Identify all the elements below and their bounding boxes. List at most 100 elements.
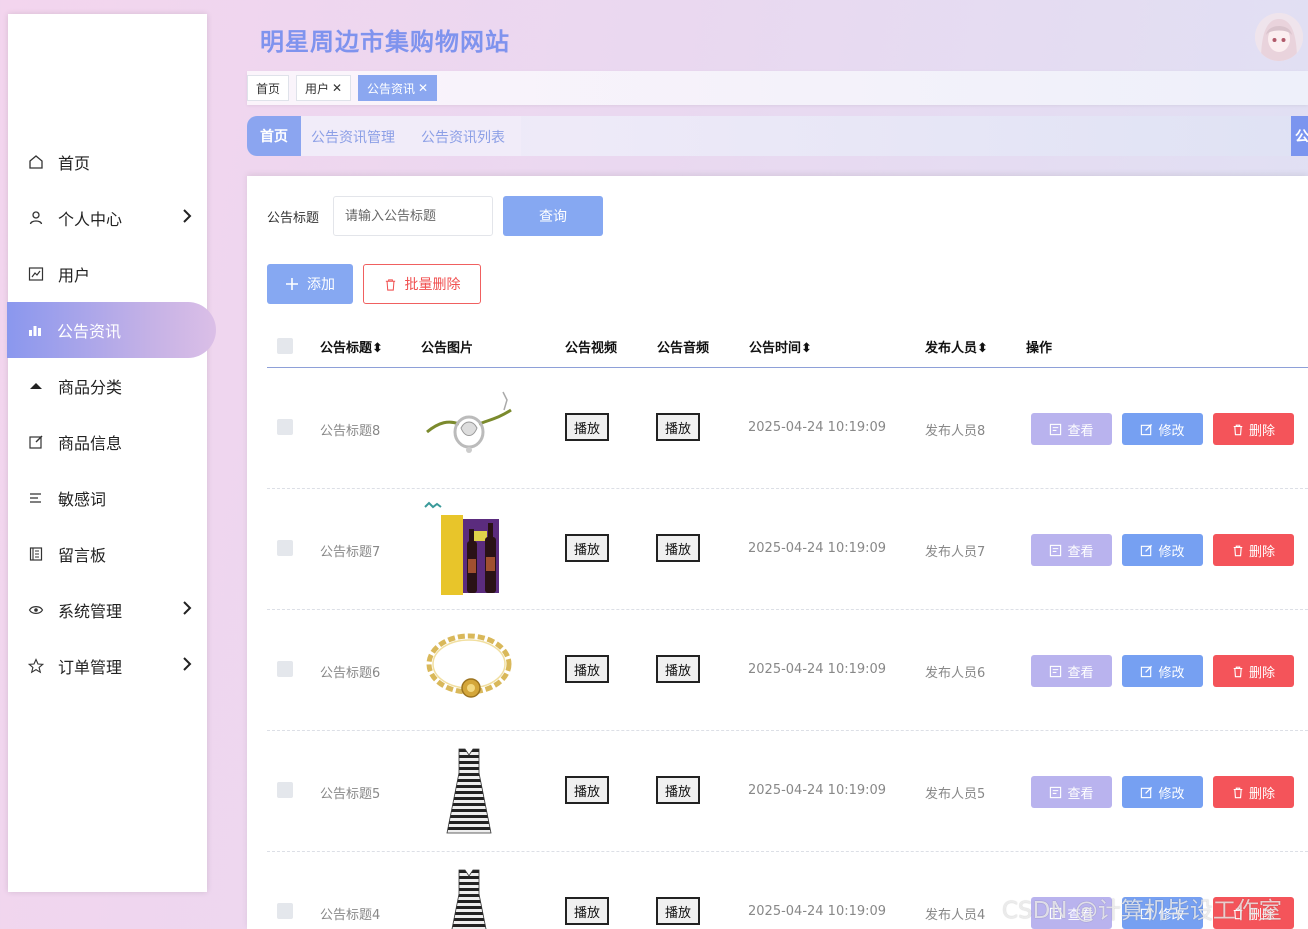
view-button[interactable]: 查看 [1031, 776, 1112, 808]
search-input[interactable] [333, 196, 493, 236]
cell-publisher: 发布人员5 [925, 787, 986, 802]
view-icon [1049, 544, 1062, 557]
column-header-title[interactable]: 公告标题⬍ [320, 337, 383, 356]
play-video-button[interactable]: 播放 [565, 776, 609, 804]
edit-button[interactable]: 修改 [1122, 413, 1203, 445]
cell-title: 公告标题5 [320, 787, 381, 802]
close-icon[interactable]: ✕ [332, 81, 342, 95]
sidebar-item-users[interactable]: 用户 [8, 246, 207, 302]
column-header-label: 公告标题 [320, 341, 373, 356]
edit-button[interactable]: 修改 [1122, 534, 1203, 566]
chart-box-icon [26, 264, 46, 284]
avatar[interactable] [1255, 13, 1303, 61]
edit-icon [1140, 786, 1153, 799]
star-icon [26, 656, 46, 676]
sidebar-item-message-board[interactable]: 留言板 [8, 526, 207, 582]
cell-publisher: 发布人员7 [925, 545, 986, 560]
breadcrumb-end-tab: 公 [1291, 116, 1308, 156]
table-row: 公告标题7 播放 播放 2025-04-24 10:19:09 发布人员7 查看… [267, 489, 1308, 610]
user-icon [26, 208, 46, 228]
play-audio-button[interactable]: 播放 [656, 413, 700, 441]
row-checkbox[interactable] [277, 661, 293, 677]
close-icon[interactable]: ✕ [418, 81, 428, 95]
sidebar-item-announcements[interactable]: 公告资讯 [7, 302, 216, 358]
query-button[interactable]: 查询 [503, 196, 603, 236]
sidebar-item-profile[interactable]: 个人中心 [8, 190, 207, 246]
sidebar-item-label: 订单管理 [58, 658, 123, 677]
sidebar-item-sensitive-words[interactable]: 敏感词 [8, 470, 207, 526]
column-header-audio: 公告音频 [657, 341, 710, 356]
sidebar-item-categories[interactable]: 商品分类 [8, 358, 207, 414]
column-header-publisher[interactable]: 发布人员⬍ [925, 337, 988, 356]
breadcrumb-home[interactable]: 首页 [247, 116, 301, 156]
play-audio-button[interactable]: 播放 [656, 776, 700, 804]
sidebar-item-home[interactable]: 首页 [8, 134, 207, 190]
sidebar-item-label: 敏感词 [58, 490, 107, 509]
tag-home[interactable]: 首页 [247, 75, 290, 101]
delete-button[interactable]: 删除 [1213, 776, 1294, 808]
row-checkbox[interactable] [277, 903, 293, 919]
trash-icon [384, 278, 397, 291]
sort-icon[interactable]: ⬍ [977, 341, 988, 356]
edit-button[interactable]: 修改 [1122, 776, 1203, 808]
view-button[interactable]: 查看 [1031, 413, 1112, 445]
play-video-button[interactable]: 播放 [565, 655, 609, 683]
edit-button-label: 修改 [1158, 544, 1185, 560]
table-row: 公告标题8 播放 播放 2025-04-24 10:19:09 发布人员8 查看… [267, 368, 1308, 489]
row-checkbox[interactable] [277, 782, 293, 798]
delete-button[interactable]: 删除 [1213, 413, 1294, 445]
view-button-label: 查看 [1067, 423, 1094, 439]
cell-time: 2025-04-24 10:19:09 [748, 662, 887, 677]
play-video-button[interactable]: 播放 [565, 897, 609, 925]
column-header-label: 公告时间 [749, 341, 802, 356]
column-header-time[interactable]: 公告时间⬍ [749, 337, 812, 356]
row-checkbox[interactable] [277, 540, 293, 556]
edit-icon [1140, 544, 1153, 557]
tag-announcements[interactable]: 公告资讯 ✕ [358, 75, 438, 101]
breadcrumb: 首页 公告资讯管理 公告资讯列表 公 [247, 116, 1308, 156]
cell-publisher: 发布人员8 [925, 424, 986, 439]
delete-button[interactable]: 删除 [1213, 534, 1294, 566]
view-button[interactable]: 查看 [1031, 655, 1112, 687]
play-audio-button[interactable]: 播放 [656, 897, 700, 925]
sidebar-item-products[interactable]: 商品信息 [8, 414, 207, 470]
chevron-right-icon [181, 600, 193, 620]
tag-label: 首页 [256, 81, 281, 96]
watermark: CSDN @计算机毕设工作室 [1002, 898, 1282, 924]
sidebar: 首页 个人中心 用户 公告资讯 商品分类 商品信息 敏感词 留言板 系统管理 订… [7, 14, 216, 892]
select-all-checkbox[interactable] [277, 338, 293, 354]
row-checkbox[interactable] [277, 419, 293, 435]
trash-icon [1232, 423, 1244, 436]
play-audio-button[interactable]: 播放 [656, 655, 700, 683]
tags-view-bar: 首页 用户 ✕ 公告资讯 ✕ [247, 71, 1308, 105]
view-button[interactable]: 查看 [1031, 534, 1112, 566]
wine-box-image [424, 501, 499, 595]
add-button[interactable]: 添加 [267, 264, 353, 304]
sidebar-item-label: 公告资讯 [57, 322, 122, 341]
sidebar-item-system[interactable]: 系统管理 [8, 582, 207, 638]
breadcrumb-item[interactable]: 公告资讯管理 [311, 127, 395, 147]
delete-button[interactable]: 删除 [1213, 655, 1294, 687]
site-title: 明星周边市集购物网站 [260, 28, 510, 56]
cell-time: 2025-04-24 10:19:09 [748, 541, 887, 556]
sidebar-menu: 首页 个人中心 用户 公告资讯 商品分类 商品信息 敏感词 留言板 系统管理 订… [7, 134, 216, 694]
bracelet-silver-image [426, 391, 512, 453]
column-header-video: 公告视频 [565, 341, 618, 356]
play-video-button[interactable]: 播放 [565, 534, 609, 562]
view-icon [1049, 423, 1062, 436]
sort-icon[interactable]: ⬍ [372, 341, 383, 356]
cell-title: 公告标题6 [320, 666, 381, 681]
play-video-button[interactable]: 播放 [565, 413, 609, 441]
delete-button-label: 删除 [1248, 786, 1275, 802]
breadcrumb-item: 公告资讯列表 [421, 130, 505, 146]
sidebar-item-label: 商品分类 [58, 378, 123, 397]
view-icon [1049, 665, 1062, 678]
tag-users[interactable]: 用户 ✕ [296, 75, 352, 101]
sort-icon[interactable]: ⬍ [801, 341, 812, 356]
plus-icon [285, 277, 299, 291]
batch-delete-button[interactable]: 批量删除 [363, 264, 481, 304]
sidebar-item-orders[interactable]: 订单管理 [8, 638, 207, 694]
edit-button[interactable]: 修改 [1122, 655, 1203, 687]
home-icon [26, 152, 46, 172]
play-audio-button[interactable]: 播放 [656, 534, 700, 562]
